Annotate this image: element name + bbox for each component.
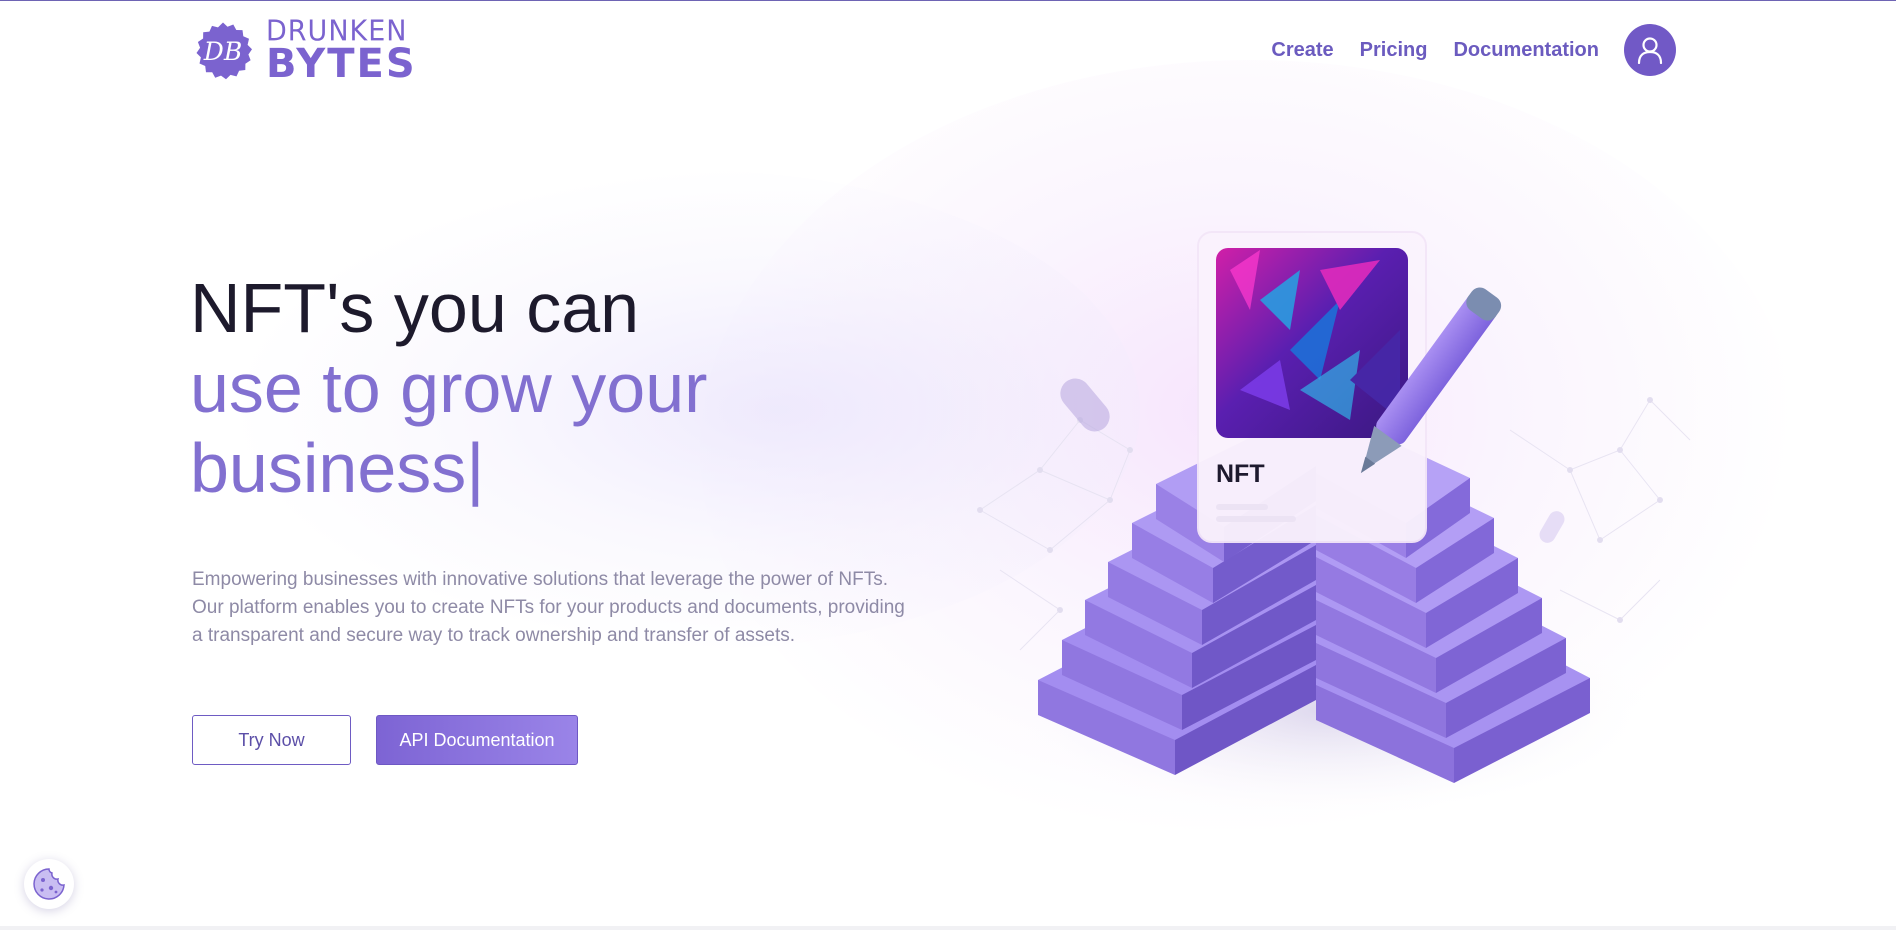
brand-name-bottom: BYTES	[266, 41, 417, 87]
hero-description: Empowering businesses with innovative so…	[192, 569, 905, 646]
brand-logo[interactable]: DB DRUNKEN BYTES	[192, 15, 417, 87]
try-now-button[interactable]: Try Now	[192, 715, 351, 765]
nft-staircase-illustration: NFT	[977, 231, 1691, 810]
hero-title-line3-text: business	[190, 429, 467, 507]
api-documentation-button[interactable]: API Documentation	[376, 715, 578, 765]
main-nav: Create Pricing Documentation	[1271, 24, 1676, 76]
svg-text:DB: DB	[203, 37, 242, 66]
nav-documentation-link[interactable]: Documentation	[1453, 39, 1599, 62]
nav-pricing-link[interactable]: Pricing	[1360, 39, 1428, 62]
nft-card-label: NFT	[1216, 460, 1265, 488]
cookie-consent-button[interactable]	[24, 859, 74, 909]
hero-title-line1: NFT's you can	[190, 269, 640, 347]
hero-title: NFT's you can use to grow your business|	[190, 268, 950, 508]
bottom-divider	[0, 926, 1896, 930]
hero-title-line3: business|	[190, 428, 950, 508]
nft-card: NFT	[1197, 231, 1427, 543]
nav-create-link[interactable]: Create	[1271, 39, 1333, 62]
account-button[interactable]	[1624, 24, 1676, 76]
user-icon	[1637, 37, 1663, 64]
hero-title-line2: use to grow your	[190, 349, 708, 427]
typing-cursor: |	[466, 429, 485, 507]
cookie-icon	[33, 868, 65, 900]
logo-badge-icon: DB	[196, 22, 252, 80]
site-header: DB DRUNKEN BYTES Create Pricing Document…	[0, 0, 1896, 100]
brand-name-top: DRUNKEN	[266, 15, 408, 48]
